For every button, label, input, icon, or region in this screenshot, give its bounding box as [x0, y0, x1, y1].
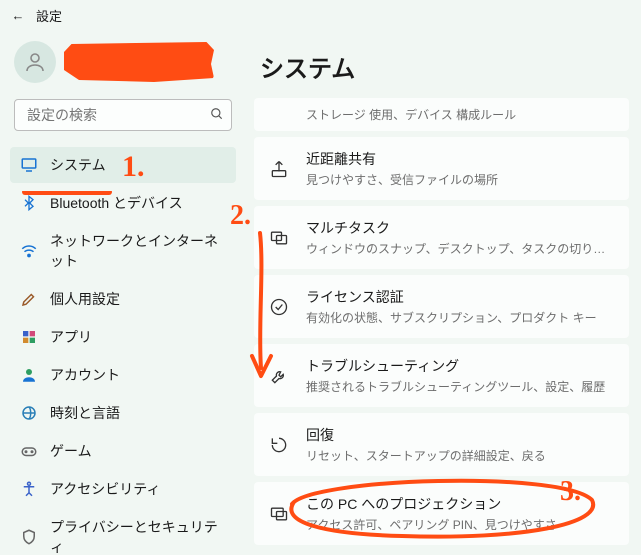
sidebar-item-label: ネットワークとインターネット [50, 231, 226, 271]
sidebar-item-gaming[interactable]: ゲーム [10, 433, 236, 469]
sidebar-item-privacy[interactable]: プライバシーとセキュリティ [10, 509, 236, 555]
sidebar-item-label: アプリ [50, 327, 92, 347]
shield-icon [20, 528, 38, 546]
sidebar-item-label: システム [50, 155, 106, 175]
sidebar-item-label: プライバシーとセキュリティ [50, 517, 226, 555]
recovery-icon [268, 435, 290, 455]
sidebar-item-label: 個人用設定 [50, 289, 120, 309]
settings-row-title: トラブルシューティング [306, 356, 615, 376]
apps-icon [20, 328, 38, 346]
sidebar-item-apps[interactable]: アプリ [10, 319, 236, 355]
main-content: システム ストレージ 使用、デバイス 構成ルール 近距離共有 見つけやすさ、受信… [246, 31, 641, 555]
brush-icon [20, 290, 38, 308]
titlebar: ← 設定 [0, 0, 641, 31]
settings-row-nearby-sharing[interactable]: 近距離共有 見つけやすさ、受信ファイルの場所 [254, 137, 629, 200]
bluetooth-icon [20, 194, 38, 212]
user-block[interactable] [10, 35, 236, 93]
accessibility-icon [20, 480, 38, 498]
multitask-icon [268, 228, 290, 248]
sidebar-item-bluetooth[interactable]: Bluetooth とデバイス [10, 185, 236, 221]
settings-row-multitask[interactable]: マルチタスク ウィンドウのスナップ、デスクトップ、タスクの切り替え [254, 206, 629, 269]
sidebar-item-accessibility[interactable]: アクセシビリティ [10, 471, 236, 507]
sidebar-item-accounts[interactable]: アカウント [10, 357, 236, 393]
sidebar-item-system[interactable]: システム [10, 147, 236, 183]
page-heading: システム [260, 49, 633, 84]
system-icon [20, 156, 38, 174]
search-icon [210, 107, 224, 124]
check-circle-icon [268, 297, 290, 317]
settings-row-sub: 推奨されるトラブルシューティングツール、設定、履歴 [306, 378, 615, 395]
settings-row-sub: 見つけやすさ、受信ファイルの場所 [306, 171, 615, 188]
settings-row-sub: リセット、スタートアップの詳細設定、戻る [306, 447, 615, 464]
sidebar-item-label: 時刻と言語 [50, 403, 120, 423]
settings-row-title: この PC へのプロジェクション [306, 494, 615, 514]
project-icon [268, 504, 290, 524]
settings-row-title: 近距離共有 [306, 149, 615, 169]
settings-row-sub: ストレージ 使用、デバイス 構成ルール [306, 106, 615, 123]
settings-row-sub: ウィンドウのスナップ、デスクトップ、タスクの切り替え [306, 240, 615, 257]
sidebar-item-label: ゲーム [50, 441, 92, 461]
settings-row-sub: アクセス許可、ペアリング PIN、見つけやすさ [306, 516, 615, 533]
settings-row-projection[interactable]: この PC へのプロジェクション アクセス許可、ペアリング PIN、見つけやすさ [254, 482, 629, 545]
settings-row-sub: 有効化の状態、サブスクリプション、プロダクト キー [306, 309, 615, 326]
wrench-icon [268, 366, 290, 386]
settings-list: ストレージ 使用、デバイス 構成ルール 近距離共有 見つけやすさ、受信ファイルの… [254, 98, 633, 545]
globe-clock-icon [20, 404, 38, 422]
person-icon [20, 366, 38, 384]
settings-row-troubleshoot[interactable]: トラブルシューティング 推奨されるトラブルシューティングツール、設定、履歴 [254, 344, 629, 407]
settings-row-title: ライセンス認証 [306, 287, 615, 307]
sidebar-item-label: アクセシビリティ [50, 479, 160, 499]
wifi-icon [20, 242, 38, 260]
sidebar-item-time-language[interactable]: 時刻と言語 [10, 395, 236, 431]
settings-row-storage-fragment[interactable]: ストレージ 使用、デバイス 構成ルール [254, 98, 629, 131]
sidebar-item-network[interactable]: ネットワークとインターネット [10, 223, 236, 279]
sidebar: システム Bluetooth とデバイス ネットワークとインターネット [0, 31, 246, 555]
gamepad-icon [20, 442, 38, 460]
sidebar-item-personalization[interactable]: 個人用設定 [10, 281, 236, 317]
app-title: 設定 [36, 6, 62, 25]
settings-row-activation[interactable]: ライセンス認証 有効化の状態、サブスクリプション、プロダクト キー [254, 275, 629, 338]
settings-row-title: マルチタスク [306, 218, 615, 238]
search-input[interactable] [25, 106, 210, 124]
avatar [14, 41, 56, 83]
search-box[interactable] [14, 99, 232, 131]
sidebar-nav: システム Bluetooth とデバイス ネットワークとインターネット [10, 147, 236, 555]
share-icon [268, 159, 290, 179]
sidebar-item-label: アカウント [50, 365, 120, 385]
back-icon[interactable]: ← [10, 8, 26, 23]
settings-row-recovery[interactable]: 回復 リセット、スタートアップの詳細設定、戻る [254, 413, 629, 476]
redacted-username [64, 42, 214, 82]
settings-row-title: 回復 [306, 425, 615, 445]
sidebar-item-label: Bluetooth とデバイス [50, 193, 183, 213]
